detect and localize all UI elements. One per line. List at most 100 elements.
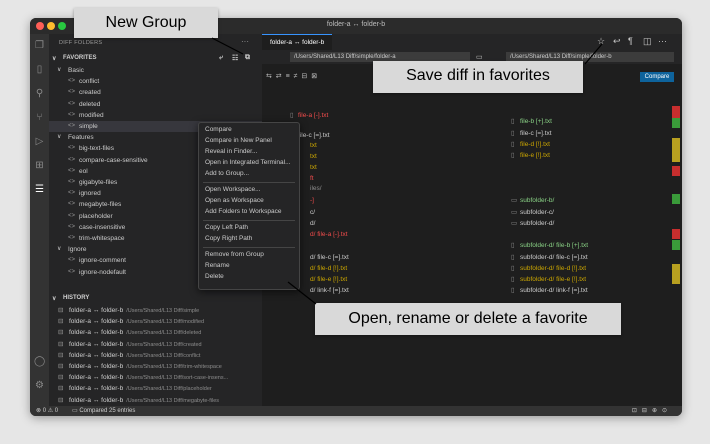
history-item[interactable]: ⊟ folder-a ↔ folder-b/Users/Shared/L13 Di… [49, 305, 262, 316]
left-diff-row[interactable]: file-c [=].txt [298, 132, 330, 140]
history-item[interactable]: ⊟ folder-a ↔ folder-b/Users/Shared/L13 Di… [49, 316, 262, 327]
favorite-item[interactable]: <> created [49, 87, 262, 98]
search-icon[interactable]: ⚲ [34, 88, 45, 99]
left-diff-row[interactable]: iles/ [310, 185, 322, 193]
favorite-item[interactable]: <> deleted [49, 99, 262, 110]
right-diff-row[interactable]: subfolder-c/ [520, 209, 554, 217]
save-favorite-star-icon[interactable]: ☆ [597, 36, 605, 47]
left-diff-row[interactable]: c/ [310, 209, 315, 217]
status-icons[interactable]: ⊡⊟⊕⊙ [632, 406, 672, 416]
code-brackets-icon: <> [68, 268, 76, 275]
history-item[interactable]: ⊟ folder-a ↔ folder-b/Users/Shared/L13 Di… [49, 361, 262, 372]
left-diff-row[interactable]: d/ file-e [!].txt [310, 276, 347, 284]
collapse-all-icon[interactable]: ⧉ [245, 54, 250, 62]
history-item[interactable]: ⊟ folder-a ↔ folder-b/Users/Shared/L13 Di… [49, 383, 262, 394]
code-brackets-icon: <> [68, 111, 76, 118]
history-section-header[interactable]: ∨ HISTORY [49, 294, 262, 304]
menu-item[interactable]: Add to Group... [205, 170, 249, 177]
diff-folders-icon[interactable]: ▯ [34, 64, 45, 75]
right-diff-row[interactable]: subfolder-d/ file-b [+].txt [520, 242, 588, 250]
file-icon: ▯ [511, 254, 515, 261]
paragraph-icon[interactable]: ¶ [628, 36, 633, 46]
history-title: folder-a ↔ folder-b [69, 351, 124, 359]
run-debug-icon[interactable]: ▷ [34, 136, 45, 147]
menu-item[interactable]: Copy Left Path [205, 224, 248, 231]
right-diff-row[interactable]: subfolder-d/ file-e [!].txt [520, 276, 586, 284]
menu-item[interactable]: Open Workspace... [205, 186, 261, 193]
left-diff-row[interactable]: d/ [310, 220, 315, 228]
swap-icon[interactable]: ↩ [613, 36, 621, 47]
menu-item[interactable]: Delete [205, 273, 224, 280]
right-diff-row[interactable]: subfolder-d/ file-d [!].txt [520, 265, 586, 273]
file-icon: ▯ [290, 112, 294, 119]
more-actions-icon[interactable]: ··· [241, 37, 249, 46]
history-item[interactable]: ⊟ folder-a ↔ folder-b/Users/Shared/L13 Di… [49, 372, 262, 383]
new-group-icon[interactable]: ☷ [232, 54, 238, 62]
menu-item[interactable]: Remove from Group [205, 251, 264, 258]
explorer-icon[interactable]: ❐ [34, 40, 45, 51]
status-bar: ⊗ 0 ⚠ 0 ▭ Compared 25 entries ⊡⊟⊕⊙ [30, 406, 682, 416]
history-item[interactable]: ⊟ folder-a ↔ folder-b/Users/Shared/L13 Di… [49, 395, 262, 406]
left-diff-row[interactable]: txt [310, 142, 317, 150]
left-folder-icon[interactable]: ▭ [476, 53, 483, 61]
settings-gear-icon[interactable]: ⚙ [34, 380, 45, 391]
more-actions-icon[interactable]: ··· [658, 36, 667, 46]
left-diff-row[interactable]: d/ link-f [=].txt [310, 287, 349, 295]
left-diff-row[interactable]: d/ file-a [-].txt [310, 231, 348, 239]
favorite-label: simple [79, 123, 98, 130]
right-diff-row[interactable]: subfolder-b/ [520, 197, 554, 205]
callout-new-group: New Group [74, 8, 218, 38]
view-filter-toolbar[interactable]: ⇆ ⇄ ≡ ≠ ⊟ ⊠ [266, 72, 318, 80]
history-item[interactable]: ⊟ folder-a ↔ folder-b/Users/Shared/L13 Di… [49, 339, 262, 350]
compare-button[interactable]: Compare [640, 72, 674, 82]
menu-item[interactable]: Open in Integrated Terminal... [205, 159, 291, 166]
favorite-item[interactable]: <> conflict [49, 76, 262, 87]
history-title: folder-a ↔ folder-b [69, 340, 124, 348]
menu-item[interactable]: Copy Right Path [205, 235, 252, 242]
code-brackets-icon: <> [68, 223, 76, 230]
right-diff-row[interactable]: subfolder-d/ file-c [=].txt [520, 254, 588, 262]
menu-item[interactable]: Open as Workspace [205, 197, 264, 204]
problems-indicator[interactable]: ⊗ 0 ⚠ 0 [36, 406, 58, 416]
account-icon[interactable]: ◯ [34, 356, 45, 367]
menu-item[interactable]: Add Folders to Workspace [205, 208, 281, 215]
favorite-label: gigabyte-files [79, 179, 118, 186]
left-diff-row[interactable]: txt [310, 164, 317, 172]
history-item[interactable]: ⊟ folder-a ↔ folder-b/Users/Shared/L13 Di… [49, 350, 262, 361]
right-diff-row[interactable]: file-e [!].txt [520, 152, 550, 160]
add-favorite-group-icon[interactable]: ⤶ [219, 54, 223, 62]
split-editor-icon[interactable]: ◫ [643, 36, 652, 47]
left-diff-row[interactable]: txt [310, 153, 317, 161]
favorite-group[interactable]: ∨ Basic [49, 65, 262, 76]
left-diff-row[interactable]: d/ file-d [!].txt [310, 265, 347, 273]
left-diff-row[interactable]: d/ file-c [=].txt [310, 254, 349, 262]
left-diff-row[interactable]: file-a [-].txt [298, 112, 328, 120]
menu-item[interactable]: Compare [205, 126, 232, 133]
code-brackets-icon: <> [68, 190, 76, 197]
menu-item[interactable]: Rename [205, 262, 230, 269]
tab-diff[interactable]: folder-a ↔ folder-b [262, 34, 333, 50]
left-diff-row[interactable]: -] [310, 197, 314, 205]
code-brackets-icon: <> [68, 100, 76, 107]
history-item[interactable]: ⊟ folder-a ↔ folder-b/Users/Shared/L13 Di… [49, 327, 262, 338]
source-control-icon[interactable]: ⑂ [34, 112, 45, 123]
l13-diff-icon[interactable]: ☰ [34, 184, 45, 195]
left-diff-row[interactable]: ft [310, 175, 314, 183]
right-diff-row[interactable]: file-c [=].txt [520, 130, 552, 138]
diff-history-icon: ⊟ [58, 396, 64, 404]
diff-history-icon: ⊟ [58, 363, 64, 370]
right-diff-row[interactable]: file-b [+].txt [520, 118, 552, 126]
right-diff-row[interactable]: subfolder-d/ [520, 220, 554, 228]
right-diff-row[interactable]: file-d [!].txt [520, 141, 550, 149]
minimap-marker [672, 229, 680, 239]
group-label: Ignore [68, 246, 87, 254]
menu-item[interactable]: Compare in New Panel [205, 137, 272, 144]
code-brackets-icon: <> [68, 235, 76, 241]
compare-status[interactable]: ▭ Compared 25 entries [72, 406, 135, 416]
favorites-section-header[interactable]: ∨ FAVORITES ⤶ ☷ ⧉ [49, 54, 262, 64]
extensions-icon[interactable]: ⊞ [34, 160, 45, 171]
right-diff-row[interactable]: subfolder-d/ link-f [=].txt [520, 287, 588, 295]
favorite-item[interactable]: <> modified [49, 110, 262, 121]
menu-item[interactable]: Reveal in Finder... [205, 148, 257, 155]
callout-save-diff: Save diff in favorites [373, 61, 583, 93]
